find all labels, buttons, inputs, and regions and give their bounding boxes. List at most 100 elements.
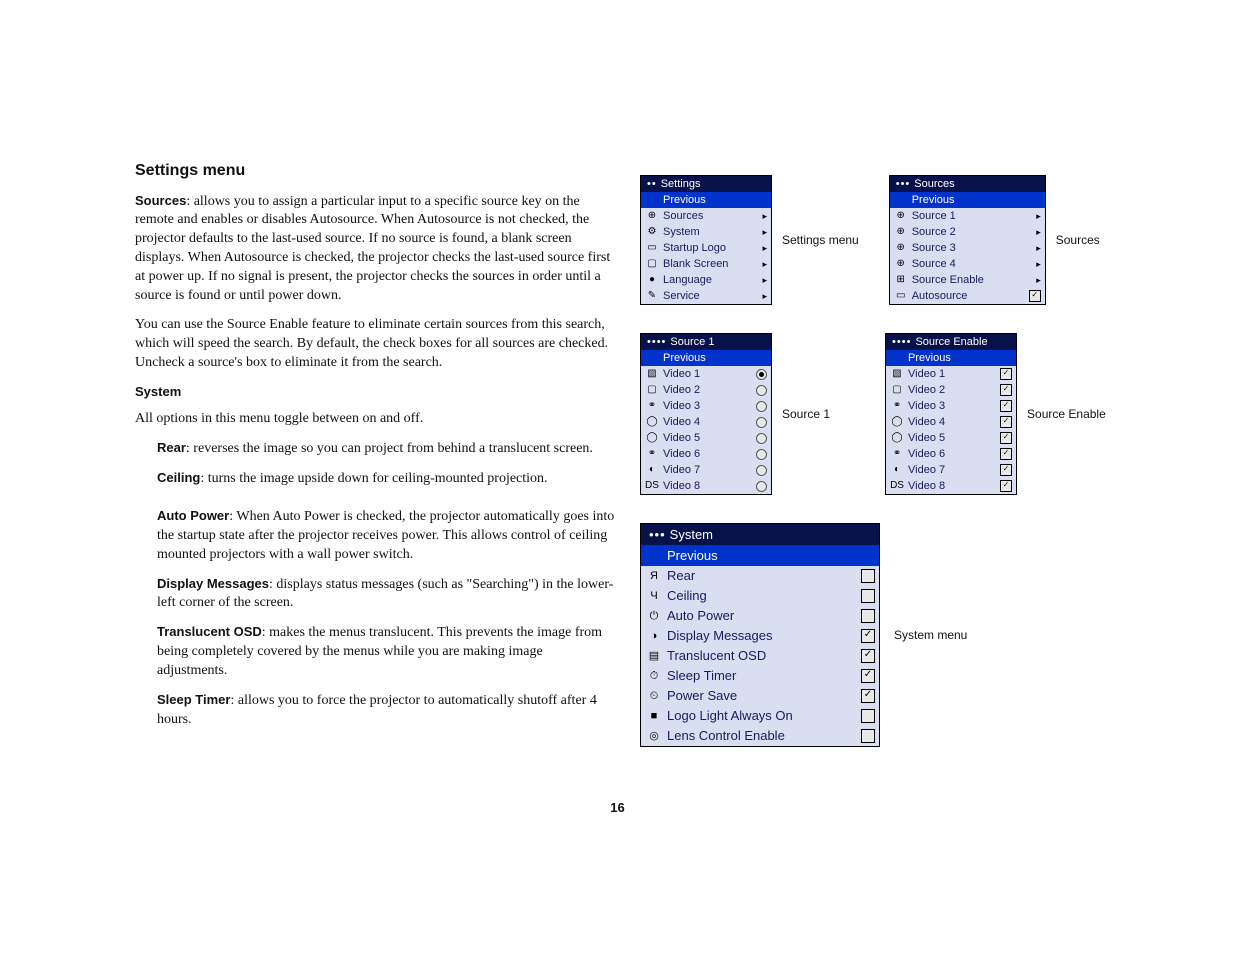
menu-item[interactable]: DSVideo 8 — [641, 478, 771, 494]
menu-item[interactable]: ⏻Auto Power — [641, 606, 879, 626]
menu-item[interactable]: ▢Video 2 — [641, 382, 771, 398]
checkbox-indicator[interactable]: ✓ — [1000, 400, 1012, 412]
checkbox-indicator[interactable]: ✓ — [1000, 416, 1012, 428]
menu-item[interactable]: ⚭Video 6✓ — [886, 446, 1016, 462]
checkbox-indicator[interactable]: ✓ — [1000, 432, 1012, 444]
radio-indicator[interactable] — [756, 481, 767, 492]
radio-indicator[interactable] — [756, 385, 767, 396]
checkbox-indicator[interactable]: ✓ — [861, 689, 875, 703]
menu-item[interactable]: ◎Lens Control Enable — [641, 726, 879, 746]
menu-item[interactable]: ⏲Power Save✓ — [641, 686, 879, 706]
menu-item[interactable]: ⊕Source 1▸ — [890, 208, 1045, 224]
menu-settings-title: ••Settings — [641, 176, 771, 192]
radio-indicator[interactable] — [756, 449, 767, 460]
menu-item-icon: ▭ — [645, 242, 659, 254]
caption-settings-menu: Settings menu — [782, 233, 859, 247]
radio-indicator[interactable] — [756, 369, 767, 380]
checkbox-indicator[interactable]: ✓ — [1000, 464, 1012, 476]
submenu-arrow-icon: ▸ — [757, 257, 767, 271]
menu-item[interactable]: ⚭Video 3✓ — [886, 398, 1016, 414]
menu-item-label: Language — [663, 273, 757, 287]
menu-item[interactable]: ▧Video 1 — [641, 366, 771, 382]
menu-item[interactable]: ▢Blank Screen▸ — [641, 256, 771, 272]
menu-item-icon: DS — [890, 480, 904, 492]
menu-item[interactable]: ⊕Source 4▸ — [890, 256, 1045, 272]
menu-item-label: Video 5 — [908, 431, 1000, 445]
subheading-system: System — [135, 383, 615, 401]
menu-sources-previous[interactable]: Previous — [890, 192, 1045, 208]
menu-system-previous[interactable]: Previous — [641, 545, 879, 566]
checkbox-indicator[interactable]: ✓ — [861, 629, 875, 643]
menu-item[interactable]: ✎Service▸ — [641, 288, 771, 304]
menu-item[interactable]: ⚙System▸ — [641, 224, 771, 240]
menu-settings-previous[interactable]: Previous — [641, 192, 771, 208]
menu-item[interactable]: ⚭Video 6 — [641, 446, 771, 462]
menu-item[interactable]: ⚭Video 3 — [641, 398, 771, 414]
menu-item-icon: ⏱ — [645, 670, 663, 682]
radio-indicator[interactable] — [756, 465, 767, 476]
menu-source1-previous[interactable]: Previous — [641, 350, 771, 366]
checkbox-indicator[interactable]: ✓ — [861, 669, 875, 683]
menu-item[interactable]: ЯRear — [641, 566, 879, 586]
menu-item-label: Autosource — [912, 289, 1029, 303]
radio-indicator[interactable] — [756, 417, 767, 428]
menu-item-label: Service — [663, 289, 757, 303]
menu-item-icon: ◑ — [645, 630, 663, 642]
menu-item-icon: Ч — [645, 590, 663, 602]
menu-source-enable-previous[interactable]: Previous — [886, 350, 1016, 366]
checkbox-indicator[interactable] — [861, 569, 875, 583]
menu-source-enable: ••••Source Enable Previous ▧Video 1✓▢Vid… — [885, 333, 1017, 495]
page-number: 16 — [0, 800, 1235, 815]
checkbox-indicator[interactable]: ✓ — [1000, 448, 1012, 460]
checkbox-indicator[interactable] — [861, 709, 875, 723]
menu-item-label: Source 2 — [912, 225, 1031, 239]
menu-item[interactable]: ▭Autosource✓ — [890, 288, 1045, 304]
menu-item[interactable]: ⏱Sleep Timer✓ — [641, 666, 879, 686]
menu-item-icon: ⊕ — [894, 258, 908, 270]
checkbox-indicator[interactable] — [861, 729, 875, 743]
radio-indicator[interactable] — [756, 433, 767, 444]
menu-item[interactable]: Ч Ceiling — [641, 586, 879, 606]
menu-item-icon: ⊕ — [894, 226, 908, 238]
menu-item-icon: ▢ — [645, 258, 659, 270]
menu-item-label: Video 6 — [663, 447, 756, 461]
checkbox-indicator[interactable]: ✓ — [1000, 368, 1012, 380]
menu-item[interactable]: ◯ Video 5✓ — [886, 430, 1016, 446]
menu-item[interactable]: ■Logo Light Always On — [641, 706, 879, 726]
checkbox-indicator[interactable] — [861, 609, 875, 623]
radio-indicator[interactable] — [756, 401, 767, 412]
menu-item[interactable]: ▭Startup Logo▸ — [641, 240, 771, 256]
menu-item-icon: ⊕ — [894, 242, 908, 254]
menu-item[interactable]: ●Language▸ — [641, 272, 771, 288]
checkbox-indicator[interactable]: ✓ — [1029, 290, 1041, 302]
menu-item-label: Video 2 — [663, 383, 756, 397]
checkbox-indicator[interactable]: ✓ — [1000, 384, 1012, 396]
menu-item[interactable]: ▢Video 2✓ — [886, 382, 1016, 398]
menu-item[interactable]: ◐Video 7 — [641, 462, 771, 478]
menu-item[interactable]: ▤Translucent OSD✓ — [641, 646, 879, 666]
menu-item[interactable]: ⊕Source 3▸ — [890, 240, 1045, 256]
menu-item-icon: ✎ — [645, 290, 659, 302]
menu-item[interactable]: ⊞Source Enable▸ — [890, 272, 1045, 288]
caption-sources: Sources — [1056, 233, 1100, 247]
menu-system-items: ЯRear Ч Ceiling⏻Auto Power◑Display Message… — [641, 566, 879, 746]
menu-item[interactable]: ◑Display Messages✓ — [641, 626, 879, 646]
checkbox-indicator[interactable] — [861, 589, 875, 603]
menu-source-enable-title: ••••Source Enable — [886, 334, 1016, 350]
menu-item-label: Rear — [667, 567, 861, 585]
menu-item-icon: ◯ — [890, 432, 904, 444]
menu-item[interactable]: DSVideo 8✓ — [886, 478, 1016, 494]
menu-item[interactable]: ⊕Source 2▸ — [890, 224, 1045, 240]
menu-item[interactable]: ▧Video 1✓ — [886, 366, 1016, 382]
checkbox-indicator[interactable]: ✓ — [1000, 480, 1012, 492]
menu-item[interactable]: ⊕Sources▸ — [641, 208, 771, 224]
menu-item[interactable]: ◯Video 4 — [641, 414, 771, 430]
menu-item-icon: ◎ — [645, 730, 663, 742]
menu-item-label: Ceiling — [667, 587, 861, 605]
checkbox-indicator[interactable]: ✓ — [861, 649, 875, 663]
menu-item[interactable]: ◯Video 5 — [641, 430, 771, 446]
menu-item[interactable]: ◯Video 4✓ — [886, 414, 1016, 430]
left-text-column: Settings menu Sources: allows you to ass… — [135, 160, 615, 740]
menu-item[interactable]: ◐Video 7✓ — [886, 462, 1016, 478]
menu-item-label: System — [663, 225, 757, 239]
